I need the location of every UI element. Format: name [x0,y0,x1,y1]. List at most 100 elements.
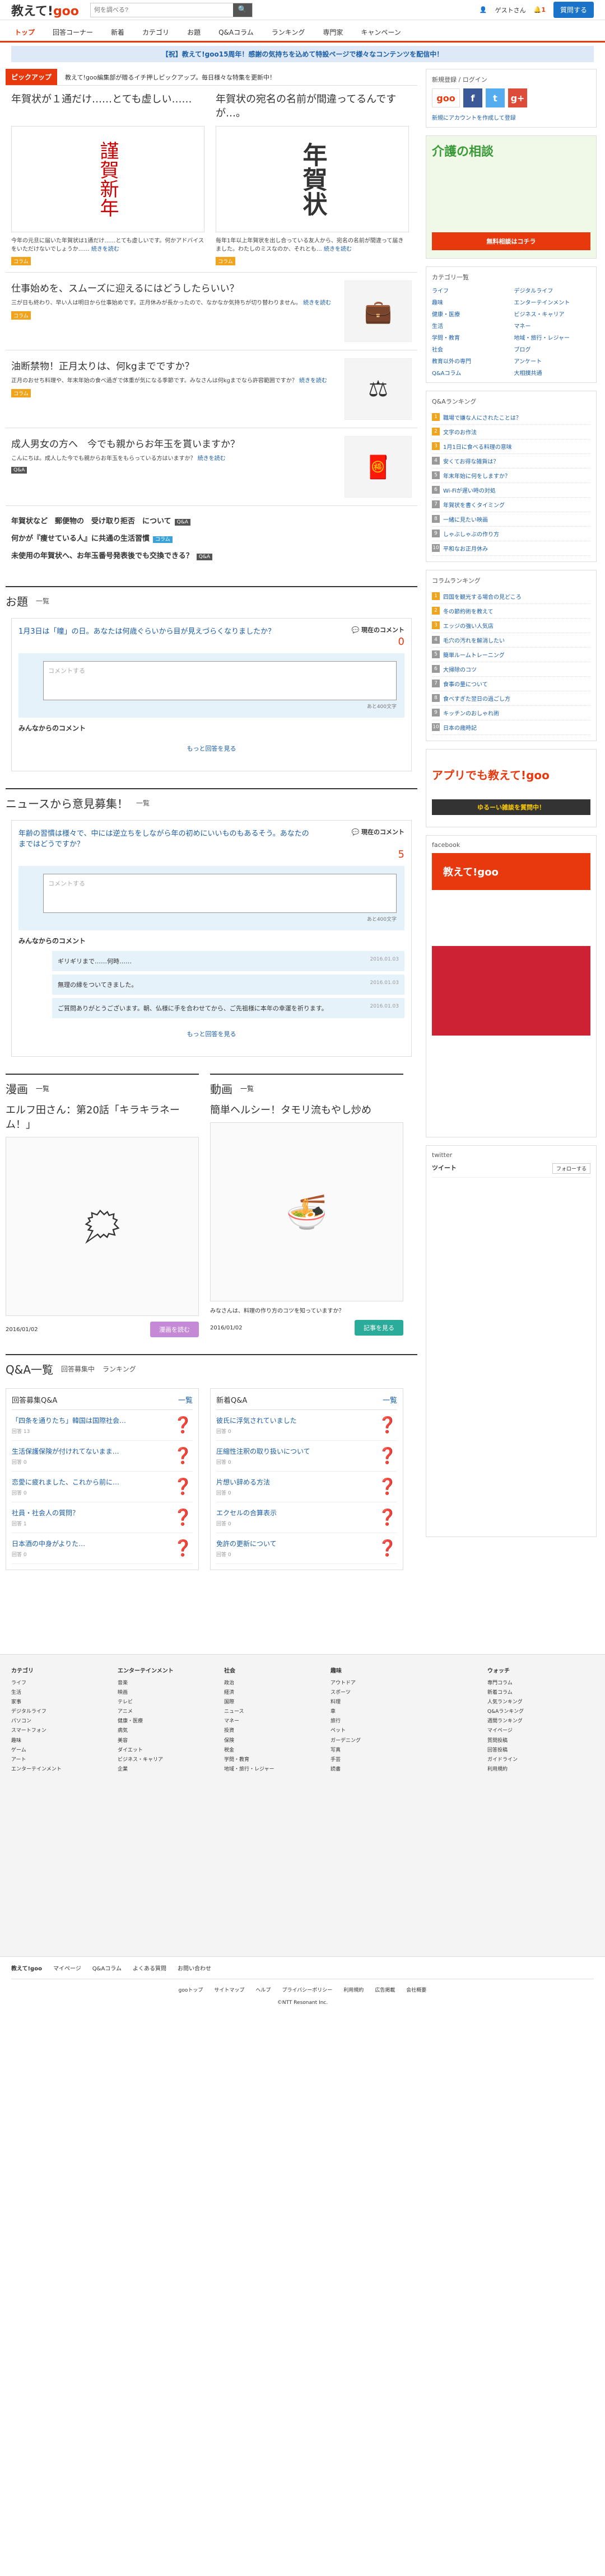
footer-link[interactable]: アート [11,1755,106,1765]
pickup-link[interactable]: 年賀状など 郵便物の 受け取り拒否 について Q&A [6,512,417,529]
tab-new[interactable]: 新着 [102,20,133,41]
ranking-item[interactable]: 2 冬の節約術を教えて [432,604,590,619]
category-link[interactable]: 社会 [432,345,509,353]
more-answers-link[interactable]: もっと回答を見る [18,1029,404,1038]
footer-link[interactable]: 写真 [331,1746,426,1755]
footer-link[interactable]: 週間ランキング [487,1717,583,1726]
list-item[interactable]: 油断禁物！正月太りは、何kgまでですか？ 正月のおせち料理や、年末年始の食べ過ぎ… [6,350,417,428]
qa-item[interactable]: エクセルの合算表示 回答 0 ❓ [216,1502,397,1533]
footer-link[interactable]: エンターテインメント [11,1765,106,1774]
goo-login-icon[interactable]: goo [432,88,460,107]
read-more-link[interactable]: 続きを読む [299,378,327,384]
qa-item[interactable]: 生活保護保険が付けれてないまま… 回答 0 ❓ [12,1441,193,1472]
footer-link[interactable]: 美容 [118,1736,213,1746]
video-image[interactable]: 🍜 [210,1122,403,1301]
qa-item[interactable]: 社員・社会人の質問？ 回答 1 ❓ [12,1502,193,1533]
manga-image[interactable]: 🗯 [6,1137,199,1316]
read-more-link[interactable]: 続きを読む [198,456,226,462]
qa-item[interactable]: 免許の更新について 回答 0 ❓ [216,1533,397,1564]
footer-link[interactable]: ビジネス・キャリア [118,1755,213,1765]
footer-link[interactable]: パソコン [11,1717,106,1726]
footer-link[interactable]: 手芸 [331,1755,426,1765]
category-link[interactable]: 学問・教育 [432,333,509,341]
footer-link[interactable]: 広告掲載 [375,1986,395,1993]
footer-link[interactable]: 質問投稿 [487,1736,583,1746]
ranking-item[interactable]: 5 簡単ルームトレーニング [432,648,590,662]
guest-label[interactable]: ゲストさん [495,6,526,15]
footer-link[interactable]: 地域・旅行・レジャー [224,1765,319,1774]
list-item[interactable]: 仕事始めを、スムーズに迎えるにはどうしたらいい？ 三が日も終わり、早い人は明日か… [6,272,417,350]
footer-link[interactable]: ペット [331,1726,426,1736]
read-more-link[interactable]: 続きを読む [303,300,331,306]
category-link[interactable]: エンターテインメント [514,298,591,306]
footer-link[interactable]: 利用規約 [343,1986,364,1993]
item-thumbnail[interactable]: 🧧 [345,436,412,498]
ask-button[interactable]: 質問する [553,2,594,18]
manga-headline[interactable]: エルフ田さん：第20話「キラキラネーム！」 [6,1102,199,1131]
ranking-item[interactable]: 4 安くてお得な雑貨は？ [432,454,590,469]
more-link[interactable]: 一覧 [36,596,49,606]
footer-link[interactable]: 投資 [224,1726,319,1736]
qa-item[interactable]: 圧縮性注釈の取り扱いについて 回答 0 ❓ [216,1441,397,1472]
bell-icon[interactable]: 🔔1 [534,6,546,13]
more-answers-link[interactable]: もっと回答を見る [18,744,404,753]
item-title[interactable]: 仕事始めを、スムーズに迎えるにはどうしたらいい？ [11,280,337,294]
footer-link[interactable]: 税金 [224,1746,319,1755]
register-link[interactable]: 新規にアカウントを作成して登録 [432,113,590,121]
footer-link[interactable]: ダイエット [118,1746,213,1755]
category-link[interactable]: ビジネス・キャリア [514,310,591,318]
more-link[interactable]: 一覧 [240,1084,254,1093]
pickup-link[interactable]: 何かが『痩せている人』に共通の生活習慣 コラム [6,529,417,546]
qa-tab[interactable]: ランキング [103,1364,136,1374]
ranking-item[interactable]: 2 文字のお作法 [432,425,590,439]
footer-link[interactable]: 車 [331,1707,426,1717]
footer-link[interactable]: 会社概要 [406,1986,426,1993]
kaigo-ad[interactable]: 介護の相談 無料相談はコチラ [426,135,597,259]
fb-page-header[interactable]: 教えて!goo [432,853,590,890]
footer-link[interactable]: 回答投稿 [487,1746,583,1755]
footer-link[interactable]: 経済 [224,1688,319,1698]
footer-link[interactable]: アニメ [118,1707,213,1717]
item-thumbnail[interactable]: ⚖ [345,358,412,420]
item-thumbnail[interactable]: 💼 [345,280,412,342]
category-link[interactable]: アンケート [514,357,591,365]
footer-link[interactable]: 国際 [224,1698,319,1707]
read-manga-button[interactable]: 漫画を読む [150,1322,199,1337]
category-link[interactable]: 教育以外の専門 [432,357,509,365]
category-link[interactable]: 生活 [432,321,509,330]
category-link[interactable]: ブログ [514,345,591,353]
category-link[interactable]: 大相撲共通 [514,368,591,377]
footer-link[interactable]: スマートフォン [11,1726,106,1736]
footer-link[interactable]: 読書 [331,1765,426,1774]
more-link[interactable]: 一覧 [383,1394,397,1405]
anniversary-banner[interactable]: 【祝】教えて!goo15周年！感謝の気持ちを込めて特設ページで様々なコンテンツを… [11,46,594,62]
tab-ranking[interactable]: ランキング [263,20,314,41]
read-more-link[interactable]: 続きを読む [91,246,119,252]
category-link[interactable]: ライフ [432,286,509,294]
app-banner[interactable]: アプリでも教えて!goo ゆるーい雑談を質問中！ [426,749,597,827]
twitter-icon[interactable]: t [486,88,505,107]
google-plus-icon[interactable]: g+ [508,88,527,107]
footer-link[interactable]: ガーデニング [331,1736,426,1746]
footer-link[interactable]: マイページ [53,1964,81,1972]
ranking-item[interactable]: 9 しゃぶしゃぶの作り方 [432,527,590,541]
footer-link[interactable]: 企業 [118,1765,213,1774]
footer-link[interactable]: よくある質問 [133,1964,166,1972]
footer-brand[interactable]: 教えて!goo [11,1964,42,1972]
category-link[interactable]: 健康・医療 [432,310,509,318]
footer-link[interactable]: 人気ランキング [487,1698,583,1707]
pickup-link[interactable]: 未使用の年賀状へ、お年玉番号発表後でも交換できる？ Q&A [6,546,417,564]
footer-link[interactable]: gooトップ [179,1986,203,1993]
ranking-item[interactable]: 7 食事の量について [432,677,590,691]
footer-link[interactable]: マイページ [487,1726,583,1736]
tab-campaign[interactable]: キャンペーン [352,20,409,41]
qa-item[interactable]: 彼氏に浮気されていました 回答 0 ❓ [216,1410,397,1441]
facebook-icon[interactable]: f [463,88,482,107]
category-link[interactable]: デジタルライフ [514,286,591,294]
qa-item[interactable]: 「四条を通りたち」韓国は国際社会… 回答 13 ❓ [12,1410,193,1441]
category-link[interactable]: 地域・旅行・レジャー [514,333,591,341]
tab-odai[interactable]: お題 [178,20,210,41]
ranking-item[interactable]: 10 日本の歳時記 [432,720,590,735]
footer-link[interactable]: 音楽 [118,1679,213,1688]
list-item[interactable]: 成人男女の方へ 今でも親からお年玉を貰いますか？ こんにちは。成人した今でも親か… [6,428,417,505]
